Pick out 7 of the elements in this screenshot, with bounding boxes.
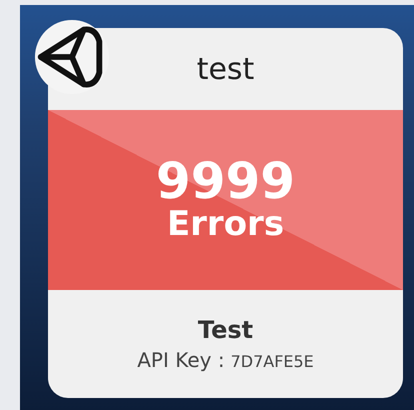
card-title: test <box>196 52 254 86</box>
error-count: 9999 <box>156 156 296 206</box>
project-card[interactable]: test 9999 Errors Test API Key : 7D7AFE5E <box>48 28 403 398</box>
error-label: Errors <box>166 206 284 244</box>
project-name: Test <box>198 316 254 344</box>
api-key-value: 7D7AFE5E <box>230 352 314 371</box>
api-key-label: API Key : <box>137 348 225 372</box>
